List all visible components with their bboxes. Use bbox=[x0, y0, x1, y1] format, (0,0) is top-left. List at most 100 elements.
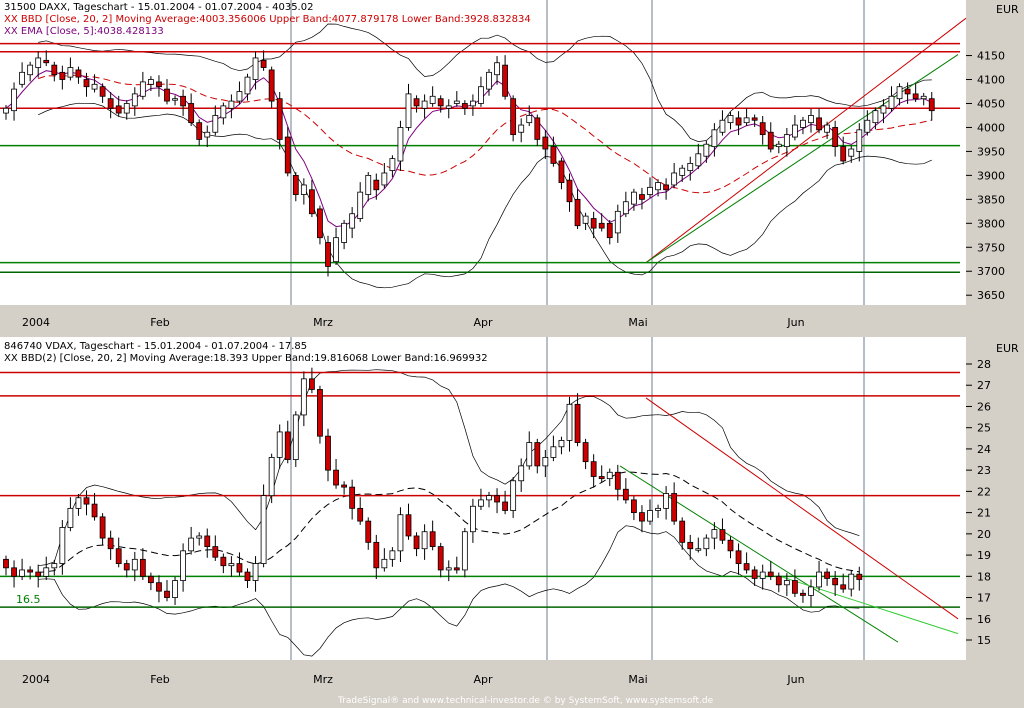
dax-candle-body bbox=[325, 242, 331, 267]
vdax-candle-body bbox=[606, 471, 613, 480]
vdax-candle-body bbox=[800, 592, 806, 596]
vdax-candle-body bbox=[478, 499, 484, 507]
dax-title: 31500 DAXX, Tageschart - 15.01.2004 - 01… bbox=[4, 2, 314, 13]
vdax-currency-label: EUR bbox=[996, 342, 1019, 355]
dax-candle-body bbox=[83, 79, 90, 88]
dax-candle-body bbox=[3, 107, 9, 114]
vdax-y-tick-label: 26 bbox=[977, 400, 991, 413]
dax-candle-body bbox=[43, 59, 50, 64]
dax-candle-body bbox=[317, 208, 323, 239]
dax-candle-body bbox=[751, 117, 758, 121]
vdax-candle-body bbox=[252, 563, 259, 581]
vdax-candle-body bbox=[292, 414, 299, 460]
dax-candle-body bbox=[478, 86, 484, 104]
dax-candle-body bbox=[775, 143, 782, 148]
vdax-candle-body bbox=[558, 440, 565, 448]
dax-candle-body bbox=[582, 215, 589, 224]
vdax-candle-body bbox=[832, 578, 839, 586]
vdax-candle-body bbox=[180, 550, 187, 581]
vdax-candle-body bbox=[268, 457, 275, 497]
dax-candle-body bbox=[180, 95, 187, 107]
dax-candle-body bbox=[461, 103, 468, 109]
dax-candle-body bbox=[743, 117, 750, 124]
vdax-x-tick-label: 2004 bbox=[22, 673, 50, 686]
dax-candle-body bbox=[75, 69, 82, 78]
dax-candle-body bbox=[284, 136, 291, 174]
vdax-candle-body bbox=[848, 573, 855, 590]
dax-candle-body bbox=[518, 124, 525, 133]
dax-candle-body bbox=[139, 81, 146, 97]
vdax-candle-body bbox=[550, 446, 557, 458]
dax-upper-band bbox=[38, 23, 932, 142]
vdax-level-label: 16.5 bbox=[16, 593, 41, 606]
vdax-candle-body bbox=[43, 567, 50, 577]
dax-candle-body bbox=[687, 162, 694, 171]
vdax-candle-body bbox=[413, 535, 420, 550]
dax-candle-body bbox=[373, 179, 380, 191]
vdax-candle-body bbox=[534, 442, 541, 467]
vdax-candle-body bbox=[695, 548, 702, 551]
dax-candle-body bbox=[308, 189, 315, 215]
vdax-candle-body bbox=[83, 497, 90, 505]
dax-candle-body bbox=[268, 69, 275, 102]
vdax-candle-body bbox=[590, 461, 597, 477]
vdax-candle-body bbox=[751, 569, 758, 579]
vdax-candle-body bbox=[389, 550, 396, 560]
dax-x-tick-label: Mrz bbox=[313, 316, 333, 329]
dax-candle-body bbox=[469, 100, 476, 107]
dax-candle-body bbox=[824, 124, 830, 133]
vdax-candle-body bbox=[123, 563, 130, 571]
vdax-candle-body bbox=[260, 495, 267, 564]
dax-candle-body bbox=[486, 71, 492, 90]
dax-candle-body bbox=[220, 105, 227, 119]
vdax-candle-body bbox=[91, 503, 98, 518]
dax-candle-body bbox=[526, 115, 533, 124]
vdax-candle-body bbox=[711, 529, 718, 539]
dax-candle-body bbox=[196, 122, 203, 140]
vdax-candle-body bbox=[453, 567, 460, 571]
vdax-header: 846740 VDAX, Tageschart - 15.01.2004 - 0… bbox=[4, 341, 488, 365]
vdax-candle-body bbox=[566, 403, 573, 441]
dax-candle-body bbox=[647, 186, 653, 195]
dax-candle-body bbox=[655, 182, 661, 191]
vdax-candle-body bbox=[518, 465, 525, 482]
dax-candle-body bbox=[453, 100, 460, 104]
vdax-candle-body bbox=[647, 510, 653, 522]
dax-candle-body bbox=[494, 62, 500, 76]
dax-candle-body bbox=[848, 148, 855, 157]
vdax-candle-body bbox=[429, 531, 436, 547]
dax-candle-body bbox=[276, 98, 283, 140]
dax-candle-body bbox=[341, 222, 348, 243]
vdax-candle-body bbox=[622, 488, 629, 501]
vdax-candle-body bbox=[808, 586, 814, 596]
dax-candle-body bbox=[51, 64, 58, 76]
dax-trend-line bbox=[645, 54, 959, 264]
vdax-candle-body bbox=[767, 571, 774, 577]
dax-candle-body bbox=[172, 98, 178, 101]
dax-candle-body bbox=[864, 119, 871, 133]
dax-candle-body bbox=[622, 201, 629, 215]
vdax-y-tick-label: 16 bbox=[977, 613, 991, 626]
vdax-candle-body bbox=[131, 558, 138, 571]
dax-candle-body bbox=[147, 79, 154, 85]
dax-candle-body bbox=[397, 127, 404, 162]
dax-candle-body bbox=[405, 93, 412, 128]
vdax-plot: 15 16 17 18 19 20 21 22 23 24 25 26 27 28 2004 Feb Mrz Ap… bbox=[0, 337, 991, 686]
dax-candle-body bbox=[228, 100, 235, 109]
dax-candle-body bbox=[389, 158, 396, 171]
dax-y-tick-label: 4100 bbox=[977, 74, 1005, 87]
vdax-x-tick-label: Mai bbox=[628, 673, 647, 686]
vdax-y-tick-label: 27 bbox=[977, 379, 991, 392]
vdax-candle-body bbox=[164, 590, 170, 598]
dax-candle-body bbox=[928, 98, 935, 112]
vdax-x-tick-label: Apr bbox=[473, 673, 493, 686]
vdax-candle-body bbox=[115, 548, 122, 564]
vdax-candle-body bbox=[188, 537, 195, 552]
dax-x-tick-label: Apr bbox=[473, 316, 493, 329]
dax-candle-body bbox=[381, 172, 388, 186]
dax-x-tick-label: Mai bbox=[628, 316, 647, 329]
vdax-candle-body bbox=[574, 403, 581, 443]
dax-x-tick-label: Jun bbox=[786, 316, 804, 329]
dax-candle-body bbox=[695, 153, 702, 167]
dax-candle-body bbox=[606, 222, 613, 239]
